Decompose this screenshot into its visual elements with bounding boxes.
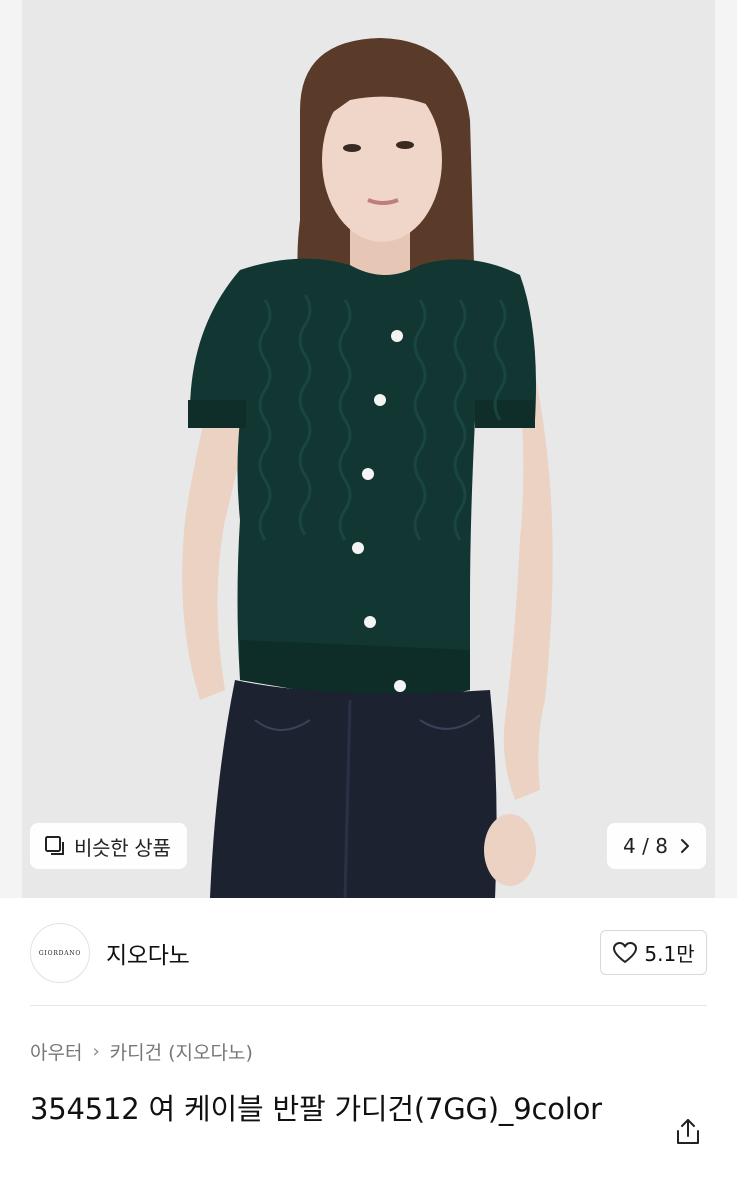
heart-icon [613, 941, 638, 963]
chevron-right-icon: › [92, 1041, 100, 1062]
like-button[interactable]: 5.1만 [600, 930, 707, 975]
share-icon[interactable] [672, 1116, 704, 1148]
brand-logo[interactable]: GIORDANO [30, 923, 90, 983]
product-image-carousel[interactable]: 비슷한 상품 4 / 8 [0, 0, 737, 898]
breadcrumb-category[interactable]: 아우터 [30, 1038, 82, 1065]
image-pager-button[interactable]: 4 / 8 [607, 823, 706, 869]
breadcrumb-subcategory[interactable]: 카디건 (지오다노) [110, 1038, 253, 1065]
square-stack-icon [45, 836, 64, 855]
brand-logo-text: GIORDANO [38, 949, 82, 957]
chevron-right-icon [680, 839, 689, 853]
similar-products-button[interactable]: 비슷한 상품 [30, 823, 187, 869]
breadcrumb: 아우터 › 카디건 (지오다노) [30, 1038, 253, 1065]
image-pager-text: 4 / 8 [623, 834, 668, 858]
product-photo [22, 0, 715, 898]
similar-products-label: 비슷한 상품 [74, 835, 171, 860]
divider [30, 1005, 707, 1006]
brand-name[interactable]: 지오다노 [106, 936, 190, 970]
like-count: 5.1만 [644, 942, 695, 966]
product-title: 354512 여 케이블 반팔 가디건(7GG)_9color [30, 1092, 602, 1126]
brand-row: GIORDANO 지오다노 5.1만 [30, 920, 707, 986]
